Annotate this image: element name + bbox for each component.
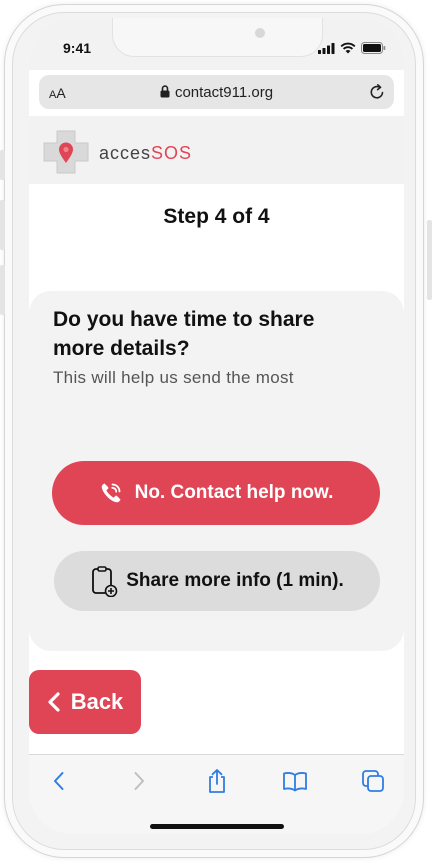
camera-dot — [255, 28, 265, 38]
notch — [112, 18, 323, 57]
contact-help-now-button[interactable]: No. Contact help now. — [52, 461, 380, 525]
address-bar[interactable]: AA contact911.org — [39, 75, 394, 109]
wifi-icon — [340, 42, 356, 54]
question-subtext: This will help us send the most — [53, 368, 294, 387]
phone-screen: 9:41 AA contact911.org accesSOS Step 4 o… — [29, 18, 404, 834]
brand-prefix: acces — [99, 143, 152, 163]
contact-help-now-label: No. Contact help now. — [134, 482, 334, 503]
tabs-icon — [362, 770, 384, 792]
back-icon — [54, 772, 64, 790]
share-more-info-label: Share more info (1 min). — [126, 570, 344, 591]
bookmarks-icon — [283, 772, 307, 792]
share-more-info-button[interactable]: Share more info (1 min). — [54, 551, 380, 611]
home-indicator[interactable] — [150, 824, 284, 829]
reload-icon[interactable] — [368, 83, 386, 101]
browser-forward-button[interactable] — [125, 767, 153, 795]
browser-bookmarks-button[interactable] — [281, 767, 309, 795]
phone-side-button — [427, 220, 432, 300]
brand-header: accesSOS — [29, 116, 404, 184]
brand-suffix: SOS — [151, 143, 193, 163]
question-line-1: Do you have time to share — [53, 308, 315, 331]
phone-side-button — [0, 150, 5, 180]
question-text: Do you have time to share more details? — [53, 305, 383, 363]
step-indicator: Step 4 of 4 — [163, 205, 270, 228]
back-label: Back — [70, 689, 124, 714]
status-icons — [318, 42, 386, 54]
clipboard-add-icon — [92, 566, 118, 597]
url-display[interactable]: contact911.org — [39, 84, 394, 101]
back-button[interactable]: Back — [29, 670, 141, 734]
signal-icon — [318, 42, 335, 54]
question-line-2: more details? — [53, 337, 190, 360]
forward-icon — [134, 772, 144, 790]
browser-back-button[interactable] — [45, 767, 73, 795]
browser-share-button[interactable] — [203, 767, 231, 795]
phone-side-button — [0, 265, 5, 315]
battery-icon — [361, 42, 386, 54]
browser-toolbar — [29, 754, 404, 834]
accessos-logo-icon — [43, 130, 89, 174]
phone-side-button — [0, 200, 5, 250]
status-time: 9:41 — [63, 40, 92, 56]
brand-name: accesSOS — [99, 143, 192, 164]
phone-call-icon — [101, 483, 121, 503]
share-icon — [209, 769, 225, 793]
question-card: Do you have time to share more details? … — [29, 291, 404, 651]
chevron-left-icon — [48, 692, 60, 712]
browser-tabs-button[interactable] — [359, 767, 387, 795]
status-bar: 9:41 — [29, 18, 404, 70]
url-text: contact911.org — [174, 84, 274, 101]
lock-icon — [160, 85, 170, 98]
